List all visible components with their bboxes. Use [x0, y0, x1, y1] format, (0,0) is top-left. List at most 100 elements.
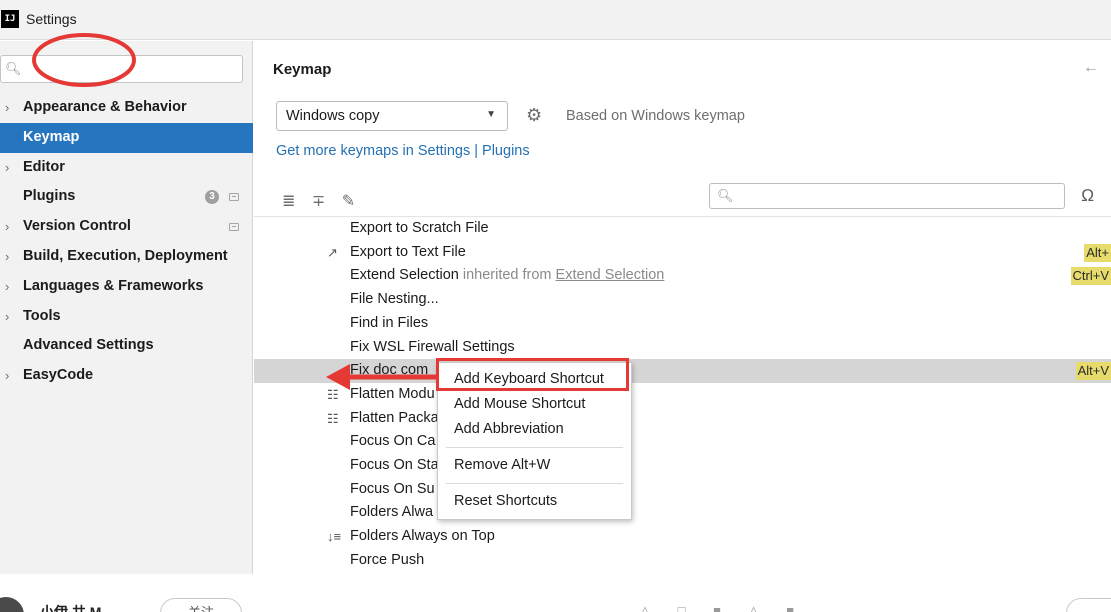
action-label: Focus On Ca: [350, 433, 436, 450]
menu-separator: [446, 447, 623, 448]
title-bar: IJ Settings: [0, 0, 1111, 40]
intellij-app-icon: IJ: [1, 10, 19, 28]
chevron-right-icon[interactable]: ›: [5, 361, 17, 391]
list-item[interactable]: Fix WSL Firewall Settings: [254, 336, 1111, 360]
sidebar-item-label: Plugins: [23, 188, 76, 205]
list-item[interactable]: ☷ Flatten Modu: [254, 383, 1111, 407]
dislike-icon[interactable]: □: [678, 603, 686, 612]
favorite-icon[interactable]: ■: [713, 603, 721, 612]
window-title: Settings: [26, 11, 77, 27]
sidebar-item-appearance-behavior[interactable]: › Appearance & Behavior: [0, 93, 253, 123]
action-label-group: Extend Selection inherited from Extend S…: [350, 264, 664, 288]
chevron-right-icon[interactable]: ›: [5, 242, 17, 272]
action-label: File Nesting...: [350, 291, 439, 308]
list-item[interactable]: File Nesting...: [254, 288, 1111, 312]
expand-all-icon[interactable]: ≣: [282, 193, 295, 210]
follow-button[interactable]: 关注: [160, 598, 242, 612]
sort-icon: ↓≡: [327, 529, 342, 545]
share-icon[interactable]: ■: [786, 603, 794, 612]
menu-item-add-abbreviation[interactable]: Add Abbreviation: [454, 421, 564, 437]
action-label: Flatten Modu: [350, 385, 435, 402]
edit-shortcut-icon[interactable]: ✎: [342, 193, 355, 210]
sidebar-item-label: Build, Execution, Deployment: [23, 247, 228, 264]
plugins-update-badge: 3: [205, 190, 219, 205]
list-item[interactable]: Focus On Ca: [254, 430, 1111, 454]
chevron-right-icon[interactable]: ›: [5, 212, 17, 242]
collapse-all-icon[interactable]: ∓: [312, 193, 325, 210]
based-on-text: Based on Windows keymap: [566, 108, 745, 124]
inherited-link[interactable]: Extend Selection: [556, 267, 665, 283]
keymap-toolbar: ≣ ∓ ✎: [282, 191, 367, 211]
action-label: Fix WSL Firewall Settings: [350, 338, 515, 355]
sidebar-item-easycode[interactable]: › EasyCode: [0, 361, 253, 391]
chevron-right-icon[interactable]: ›: [5, 153, 17, 183]
keymap-dropdown-value: Windows copy: [286, 108, 380, 124]
menu-item-add-mouse-shortcut[interactable]: Add Mouse Shortcut: [454, 396, 585, 412]
back-arrow-icon[interactable]: ←: [1083, 59, 1099, 77]
chevron-right-icon[interactable]: ›: [5, 302, 17, 332]
list-item[interactable]: Force Push: [254, 549, 1111, 573]
inherited-text: inherited from: [462, 267, 552, 284]
project-settings-icon: [229, 223, 239, 232]
action-label: Folders Always on Top: [350, 528, 495, 545]
sidebar-item-label: Version Control: [23, 218, 131, 235]
list-item[interactable]: Find in Files: [254, 312, 1111, 336]
more-button[interactable]: [1066, 598, 1111, 612]
list-item[interactable]: ↗ Export to Text File Alt+: [254, 241, 1111, 265]
find-by-shortcut-icon[interactable]: Ω: [1081, 186, 1094, 206]
shortcut-badge: Alt+V: [1075, 362, 1111, 381]
settings-search-input[interactable]: [25, 58, 235, 80]
keymap-panel: Keymap ← Windows copy ▼ ⚙ Based on Windo…: [254, 41, 1111, 574]
gear-icon[interactable]: ⚙: [526, 105, 542, 126]
list-item[interactable]: ↓≡ Folders Always on Top: [254, 525, 1111, 549]
sidebar-item-tools[interactable]: › Tools: [0, 302, 253, 332]
list-item-selected[interactable]: Fix doc com Alt+V: [254, 359, 1111, 383]
comment-icon[interactable]: △: [749, 603, 759, 612]
keymap-dropdown[interactable]: Windows copy ▼: [276, 101, 508, 131]
sidebar-item-build-execution-deployment[interactable]: › Build, Execution, Deployment: [0, 242, 253, 272]
sidebar-item-languages-frameworks[interactable]: › Languages & Frameworks: [0, 272, 253, 302]
action-label: Folders Alwa: [350, 504, 434, 521]
action-label: Fix doc com: [350, 362, 429, 379]
list-item[interactable]: Focus On Sta: [254, 454, 1111, 478]
get-more-keymaps-link[interactable]: Get more keymaps in Settings | Plugins: [276, 143, 530, 159]
search-icon: 🔍︎: [717, 188, 734, 203]
sidebar-item-label: Appearance & Behavior: [23, 99, 187, 115]
list-item[interactable]: Folders Alwa: [254, 501, 1111, 525]
shortcut-badge: Ctrl+V: [1070, 267, 1111, 286]
sidebar-item-label: Advanced Settings: [23, 337, 154, 354]
chevron-right-icon[interactable]: ›: [5, 93, 17, 123]
action-search-field[interactable]: 🔍︎: [709, 183, 1065, 209]
chevron-right-icon[interactable]: ›: [5, 272, 17, 302]
action-label: Focus On Sta: [350, 457, 439, 473]
menu-separator: [446, 483, 623, 484]
sidebar-item-editor[interactable]: › Editor: [0, 153, 253, 183]
chevron-down-icon: ▼: [486, 109, 496, 120]
action-label: Export to Text File: [350, 243, 466, 260]
shortcut-badge: Alt+: [1084, 243, 1111, 262]
action-label: Export to Scratch File: [350, 220, 489, 236]
settings-search-field[interactable]: 🔍︎: [0, 55, 243, 83]
like-icon[interactable]: △: [640, 603, 650, 612]
list-item[interactable]: Focus On Su: [254, 478, 1111, 502]
search-icon: 🔍︎: [5, 61, 22, 76]
sidebar-item-label: Editor: [23, 158, 65, 175]
menu-item-remove-shortcut[interactable]: Remove Alt+W: [454, 457, 550, 473]
flatten-packages-icon: ☷: [327, 410, 339, 426]
sidebar-item-keymap[interactable]: Keymap: [0, 122, 253, 153]
list-item[interactable]: ☷ Flatten Packa: [254, 407, 1111, 431]
sidebar-item-label: Languages & Frameworks: [23, 277, 204, 294]
sidebar-item-version-control[interactable]: › Version Control: [0, 212, 253, 242]
menu-item-reset-shortcuts[interactable]: Reset Shortcuts: [454, 493, 557, 509]
project-settings-icon: [229, 193, 239, 202]
sidebar-item-advanced-settings[interactable]: Advanced Settings: [0, 331, 253, 361]
action-label: Flatten Packa: [350, 409, 439, 426]
sidebar-item-plugins[interactable]: Plugins 3: [0, 182, 253, 212]
action-label: Find in Files: [350, 314, 429, 331]
action-label: Focus On Su: [350, 480, 435, 497]
action-label: Force Push: [350, 551, 425, 568]
author-name[interactable]: 小伊 共 M: [40, 602, 101, 612]
list-item[interactable]: Export to Scratch File: [254, 217, 1111, 241]
list-item[interactable]: Extend Selection inherited from Extend S…: [254, 264, 1111, 288]
settings-tree: › Appearance & Behavior Keymap › Editor …: [0, 93, 253, 391]
